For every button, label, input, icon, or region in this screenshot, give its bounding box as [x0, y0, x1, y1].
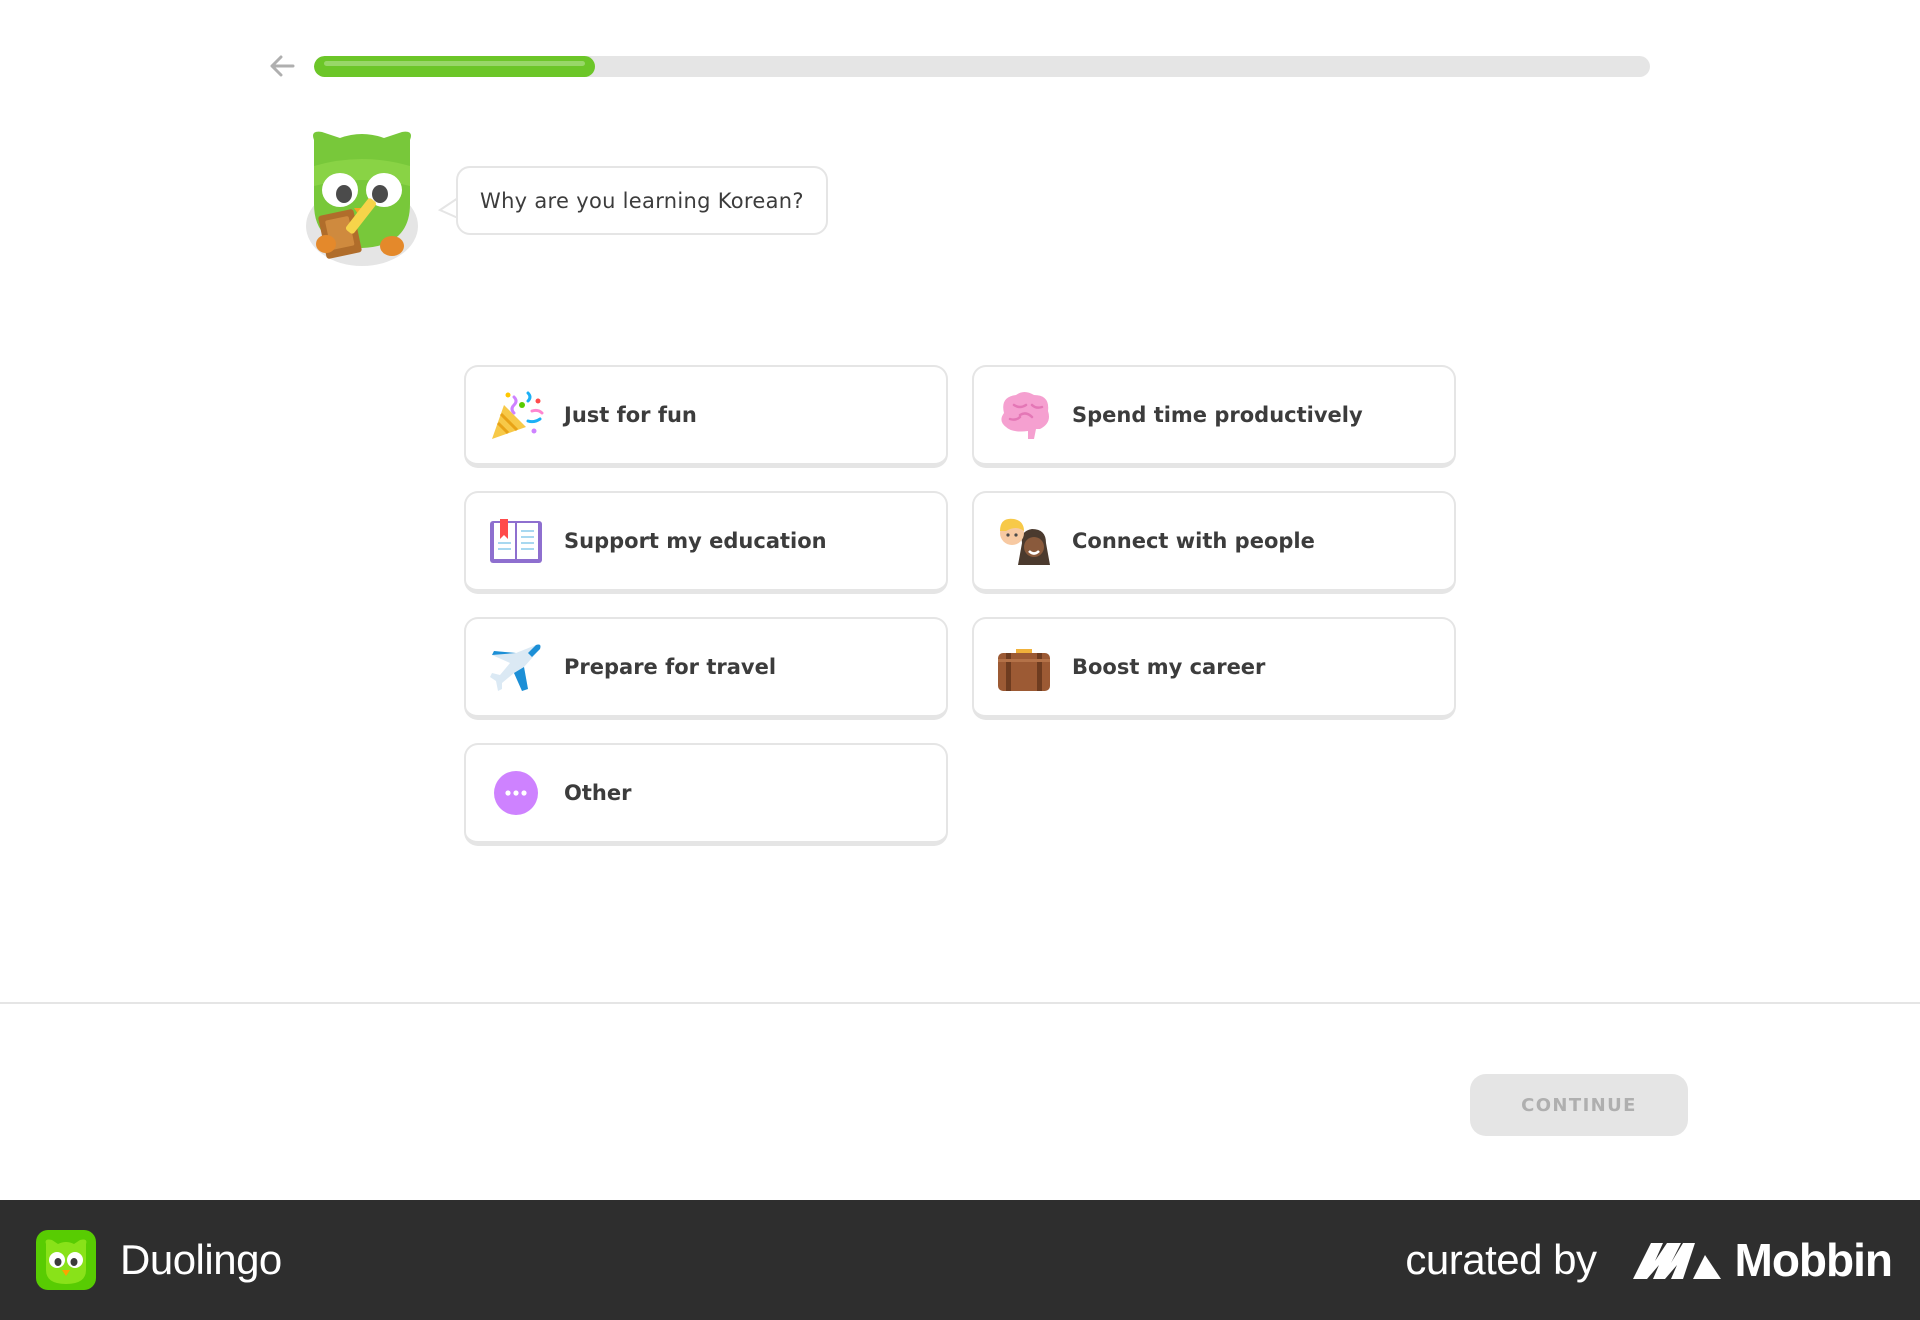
option-label: Connect with people	[1072, 529, 1315, 553]
mobbin-logo: Mobbin	[1632, 1233, 1893, 1287]
arrow-left-icon	[270, 55, 295, 77]
option-label: Just for fun	[564, 403, 697, 427]
speech-bubble: Why are you learning Korean?	[456, 166, 828, 235]
brand-name: Duolingo	[120, 1236, 282, 1283]
question-text: Why are you learning Korean?	[480, 188, 804, 213]
progress-bar	[314, 56, 1650, 77]
more-dots-icon	[488, 765, 544, 821]
brand-right: curated by Mobbin	[1405, 1233, 1893, 1287]
option-other[interactable]: Other	[464, 743, 948, 846]
curator-name: Mobbin	[1734, 1234, 1893, 1286]
duolingo-logo-icon	[36, 1230, 96, 1290]
book-icon	[488, 513, 544, 569]
option-label: Spend time productively	[1072, 403, 1363, 427]
option-label: Support my education	[564, 529, 827, 553]
option-connect-with-people[interactable]: Connect with people	[972, 491, 1456, 594]
option-just-for-fun[interactable]: Just for fun	[464, 365, 948, 468]
mobbin-logo-icon	[1632, 1243, 1721, 1279]
option-label: Other	[564, 781, 632, 805]
answer-options: Just for fun Spend time productively Sup…	[464, 365, 1456, 846]
footer-divider	[0, 1002, 1920, 1004]
branding-bar: Duolingo curated by Mobbin	[0, 1200, 1920, 1320]
briefcase-icon	[996, 639, 1052, 695]
option-boost-my-career[interactable]: Boost my career	[972, 617, 1456, 720]
brand-left: Duolingo	[36, 1230, 282, 1290]
people-icon	[996, 513, 1052, 569]
progress-fill	[314, 56, 595, 77]
back-button[interactable]	[266, 50, 298, 82]
airplane-icon	[488, 639, 544, 695]
option-spend-time-productively[interactable]: Spend time productively	[972, 365, 1456, 468]
option-prepare-for-travel[interactable]: Prepare for travel	[464, 617, 948, 720]
option-support-my-education[interactable]: Support my education	[464, 491, 948, 594]
option-label: Prepare for travel	[564, 655, 777, 679]
party-popper-icon	[488, 387, 544, 443]
curated-by-text: curated by	[1405, 1236, 1597, 1283]
duo-owl-icon	[306, 131, 418, 266]
continue-button[interactable]: CONTINUE	[1470, 1074, 1688, 1136]
option-label: Boost my career	[1072, 655, 1266, 679]
brain-icon	[996, 387, 1052, 443]
